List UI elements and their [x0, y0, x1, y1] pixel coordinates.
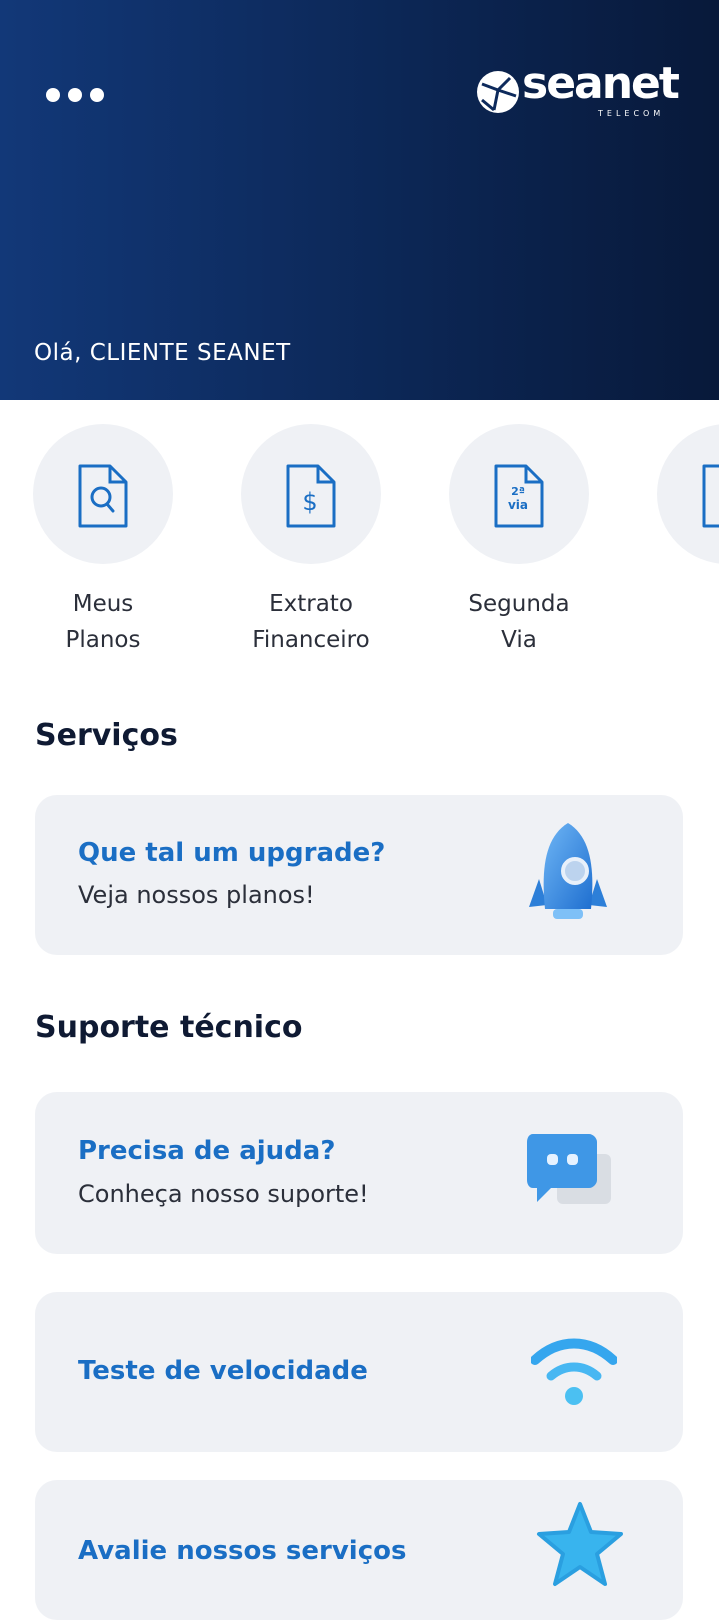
quick-action-label: Meus Planos — [65, 591, 141, 653]
quick-action-circle: $ — [241, 424, 381, 564]
section-title-support: Suporte técnico — [35, 1010, 303, 1045]
quick-action-label: Extrato Financeiro — [252, 591, 370, 653]
quick-action-label: Segunda Via — [468, 591, 570, 653]
search-document-icon — [78, 464, 128, 528]
svg-text:$: $ — [302, 488, 317, 516]
rate-services-card[interactable]: Avalie nossos serviços — [35, 1480, 683, 1620]
upgrade-subtitle: Veja nossos planos! — [78, 881, 315, 909]
seanet-logo: seanet TELECOM — [476, 58, 686, 128]
star-icon — [537, 1502, 623, 1586]
greeting-text: Olá, CLIENTE SEANET — [34, 340, 291, 366]
section-title-services: Serviços — [35, 718, 178, 753]
logo-globe-icon — [477, 71, 519, 113]
quick-actions: Meus Planos $ Extrato Financeiro 2ª via … — [0, 424, 719, 664]
quick-action-circle — [657, 424, 719, 564]
help-title: Precisa de ajuda? — [78, 1136, 336, 1166]
chat-bubble-icon — [527, 1134, 611, 1204]
logo-word: seanet — [522, 58, 680, 109]
quick-action-extrato-financeiro[interactable]: $ Extrato Financeiro — [216, 424, 406, 658]
upgrade-title: Que tal um upgrade? — [78, 838, 386, 868]
second-copy-document-icon: 2ª via — [494, 464, 544, 528]
logo-sub: TELECOM — [598, 109, 665, 118]
quick-action-partial[interactable]: N F — [632, 424, 719, 658]
quick-action-meus-planos[interactable]: Meus Planos — [8, 424, 198, 658]
speed-test-title: Teste de velocidade — [78, 1356, 368, 1386]
help-subtitle: Conheça nosso suporte! — [78, 1180, 369, 1208]
upgrade-card[interactable]: Que tal um upgrade? Veja nossos planos! — [35, 795, 683, 955]
quick-action-circle: 2ª via — [449, 424, 589, 564]
wifi-icon — [531, 1338, 617, 1405]
quick-action-circle — [33, 424, 173, 564]
rate-services-title: Avalie nossos serviços — [78, 1536, 407, 1566]
app-header: seanet TELECOM Olá, CLIENTE SEANET — [0, 0, 719, 400]
dollar-document-icon: $ — [286, 464, 336, 528]
help-card[interactable]: Precisa de ajuda? Conheça nosso suporte! — [35, 1092, 683, 1254]
second-copy-badge-top: 2ª — [511, 485, 525, 498]
quick-action-label: N F — [632, 586, 719, 658]
more-dots-icon[interactable] — [46, 80, 110, 110]
document-icon — [702, 464, 719, 528]
rocket-icon — [529, 823, 607, 919]
speed-test-card[interactable]: Teste de velocidade — [35, 1292, 683, 1452]
quick-action-segunda-via[interactable]: 2ª via Segunda Via — [424, 424, 614, 658]
second-copy-badge-bottom: via — [508, 498, 528, 512]
